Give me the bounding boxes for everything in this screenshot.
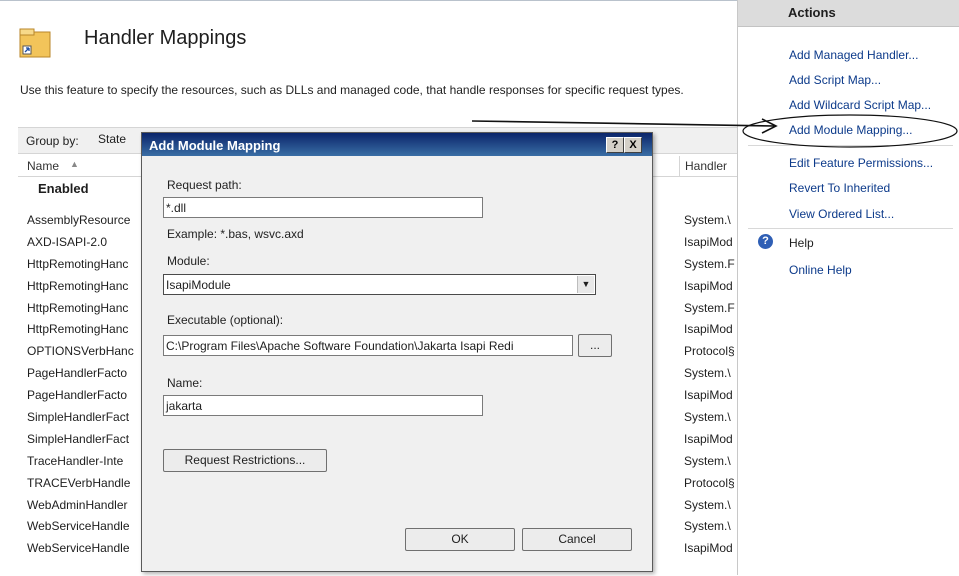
row-name: PageHandlerFacto: [27, 388, 128, 403]
action-add-wildcard-script-map[interactable]: Add Wildcard Script Map...: [789, 98, 931, 112]
action-revert-to-inherited[interactable]: Revert To Inherited: [789, 181, 890, 195]
row-name: HttpRemotingHanc: [27, 322, 129, 337]
module-select-value: IsapiModule: [166, 278, 231, 292]
group-title: Enabled: [38, 181, 89, 196]
row-handler: Protocol§: [684, 475, 735, 490]
column-header-handler[interactable]: Handler: [679, 156, 727, 176]
action-add-module-mapping[interactable]: Add Module Mapping...: [789, 123, 912, 137]
row-name: HttpRemotingHanc: [27, 300, 129, 315]
action-online-help[interactable]: Online Help: [789, 263, 852, 277]
help-icon: ?: [758, 234, 773, 249]
dialog-help-button[interactable]: ?: [606, 137, 624, 153]
divider: [748, 228, 953, 229]
actions-header: Actions: [738, 0, 959, 27]
action-help[interactable]: Help: [789, 236, 814, 250]
cancel-button[interactable]: Cancel: [522, 528, 632, 551]
row-handler: Protocol§: [684, 344, 735, 359]
chevron-down-icon[interactable]: ▼: [577, 276, 594, 293]
row-name: TraceHandler-Inte: [27, 453, 124, 468]
actions-pane: Actions Add Managed Handler... Add Scrip…: [737, 0, 959, 575]
row-name: WebServiceHandle: [27, 541, 130, 556]
module-label: Module:: [167, 254, 210, 268]
row-name: AssemblyResource: [27, 213, 131, 227]
action-edit-feature-permissions[interactable]: Edit Feature Permissions...: [789, 156, 933, 170]
row-handler: System.F: [684, 256, 735, 271]
row-handler: System.\: [684, 453, 731, 468]
row-handler: System.\: [684, 497, 731, 512]
handler-mappings-icon: [19, 28, 51, 58]
row-name: HttpRemotingHanc: [27, 278, 129, 293]
row-name: AXD-ISAPI-2.0: [27, 234, 108, 249]
row-handler: System.\: [684, 213, 731, 227]
group-by-label: Group by:: [26, 134, 79, 148]
request-path-input[interactable]: *.dll: [163, 197, 483, 218]
dialog-title: Add Module Mapping: [149, 138, 281, 153]
action-add-managed-handler[interactable]: Add Managed Handler...: [789, 48, 918, 62]
module-select[interactable]: IsapiModule ▼: [163, 274, 596, 295]
row-name: TRACEVerbHandle: [27, 475, 131, 490]
row-name: WebAdminHandler: [27, 497, 128, 512]
action-view-ordered-list[interactable]: View Ordered List...: [789, 207, 894, 221]
page-title: Handler Mappings: [84, 27, 247, 49]
name-label: Name:: [167, 376, 203, 390]
row-name: HttpRemotingHanc: [27, 256, 129, 271]
row-handler: IsapiMod: [684, 388, 733, 403]
divider: [748, 145, 953, 146]
row-name: OPTIONSVerbHanc: [27, 344, 134, 359]
row-handler: System.\: [684, 519, 731, 534]
column-header-name[interactable]: Name: [27, 159, 59, 173]
executable-input[interactable]: C:\Program Files\Apache Software Foundat…: [163, 335, 573, 356]
browse-button[interactable]: ...: [578, 334, 612, 357]
executable-label: Executable (optional):: [167, 313, 284, 327]
request-path-label: Request path:: [167, 178, 242, 192]
dialog-close-button[interactable]: X: [624, 137, 642, 153]
row-name: SimpleHandlerFact: [27, 410, 130, 425]
row-name: SimpleHandlerFact: [27, 431, 130, 446]
row-handler: IsapiMod: [684, 541, 733, 556]
page-description: Use this feature to specify the resource…: [20, 83, 684, 97]
row-handler: IsapiMod: [684, 322, 733, 337]
action-add-script-map[interactable]: Add Script Map...: [789, 73, 881, 87]
row-name: PageHandlerFacto: [27, 366, 128, 381]
request-restrictions-button[interactable]: Request Restrictions...: [163, 449, 327, 472]
row-handler: System.F: [684, 300, 735, 315]
ok-button[interactable]: OK: [405, 528, 515, 551]
add-module-mapping-dialog: Add Module Mapping ? X Request path: *.d…: [141, 132, 653, 572]
row-handler: IsapiMod: [684, 278, 733, 293]
row-name: WebServiceHandle: [27, 519, 130, 534]
dialog-titlebar[interactable]: Add Module Mapping ? X: [142, 133, 652, 156]
row-handler: IsapiMod: [684, 234, 733, 249]
group-by-select[interactable]: State: [98, 132, 126, 146]
request-path-example: Example: *.bas, wsvc.axd: [167, 227, 304, 241]
row-handler: IsapiMod: [684, 431, 733, 446]
row-handler: System.\: [684, 366, 731, 381]
sort-ascending-icon: ▲: [70, 159, 79, 169]
name-input[interactable]: jakarta: [163, 395, 483, 416]
row-handler: System.\: [684, 410, 731, 425]
